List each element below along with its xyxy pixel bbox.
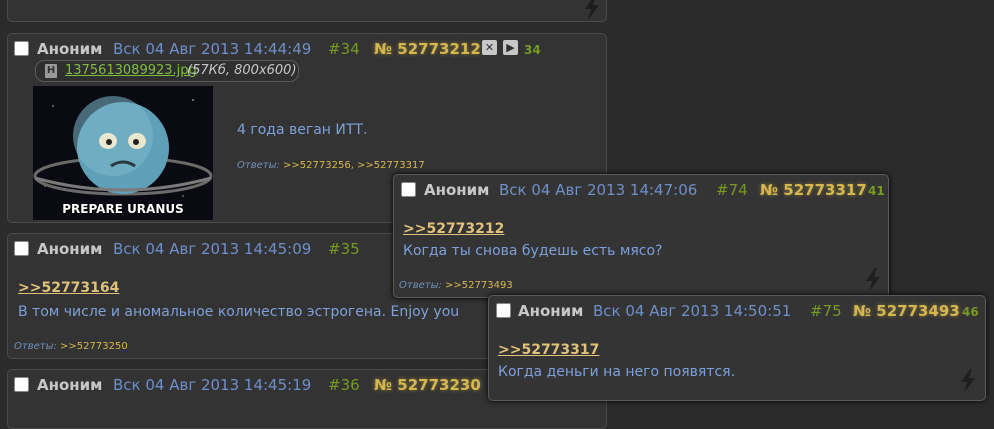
- file-icon: H: [45, 64, 57, 78]
- reply-count: 34: [524, 43, 541, 57]
- file-info: H 1375613089923.jpg (57Кб, 800x600): [35, 60, 299, 82]
- post-id[interactable]: № 52773212: [374, 40, 481, 58]
- reply-link[interactable]: >>52773212: [403, 221, 504, 237]
- post-number[interactable]: #75: [810, 302, 842, 320]
- lightning-icon: [585, 0, 599, 20]
- post-text: 4 года веган ИТТ.: [237, 122, 368, 138]
- post-number[interactable]: #74: [716, 181, 748, 199]
- hide-post-icon[interactable]: ✕: [482, 40, 497, 55]
- file-meta: (57Кб, 800x600): [187, 63, 297, 78]
- post-id[interactable]: № 52773230: [374, 376, 481, 394]
- image-caption: PREPARE URANUS: [62, 202, 184, 216]
- post-number[interactable]: #35: [328, 240, 360, 258]
- post-answers: Ответы: >>52773250: [14, 341, 128, 352]
- post-number[interactable]: #34: [328, 40, 360, 58]
- play-icon[interactable]: ▶: [503, 40, 518, 55]
- popup-post-74: Аноним Вск 04 Авг 2013 14:47:06 #74 № 52…: [393, 174, 889, 298]
- poster-name: Аноним: [37, 376, 103, 394]
- post-date: Вск 04 Авг 2013 14:50:51: [593, 302, 792, 320]
- popup-post-75: Аноним Вск 04 Авг 2013 14:50:51 #75 № 52…: [488, 295, 986, 401]
- reply-link[interactable]: >>52773164: [18, 280, 119, 296]
- answer-links[interactable]: >>52773250: [60, 341, 128, 352]
- post-select-checkbox[interactable]: [401, 182, 416, 197]
- post-date: Вск 04 Авг 2013 14:45:19: [113, 376, 312, 394]
- file-name-link[interactable]: 1375613089923.jpg: [65, 63, 197, 78]
- post-date: Вск 04 Авг 2013 14:47:06: [499, 181, 698, 199]
- post-header: Аноним Вск 04 Авг 2013 14:50:51 #75 № 52…: [489, 296, 987, 322]
- post-select-checkbox[interactable]: [14, 377, 29, 392]
- poster-name: Аноним: [37, 40, 103, 58]
- post-select-checkbox[interactable]: [496, 303, 511, 318]
- post-id[interactable]: № 52773493: [853, 302, 960, 320]
- post-text: Когда деньги на него появятся.: [498, 364, 736, 380]
- reply-count: 41: [868, 184, 885, 198]
- post-number[interactable]: #36: [328, 376, 360, 394]
- lightning-icon: [866, 268, 880, 292]
- poster-name: Аноним: [518, 302, 584, 320]
- post-id[interactable]: № 52773317: [760, 181, 867, 199]
- lightning-icon: [961, 369, 975, 393]
- post-answers: Ответы: >>52773493: [399, 280, 513, 291]
- post-text: В том числе и аномальное количество эстр…: [18, 304, 460, 320]
- answer-links[interactable]: >>52773256, >>52773317: [283, 160, 425, 171]
- answer-links[interactable]: >>52773493: [445, 280, 513, 291]
- post-image[interactable]: PREPARE URANUS: [33, 86, 213, 220]
- post-header: Аноним Вск 04 Авг 2013 14:47:06 #74 № 52…: [394, 175, 890, 201]
- poster-name: Аноним: [424, 181, 490, 199]
- poster-name: Аноним: [37, 240, 103, 258]
- reply-link[interactable]: >>52773317: [498, 342, 599, 358]
- post-date: Вск 04 Авг 2013 14:45:09: [113, 240, 312, 258]
- post-text: Когда ты снова будешь есть мясо?: [403, 243, 663, 259]
- post-partial-top: [7, 0, 607, 22]
- post-answers: Ответы: >>52773256, >>52773317: [237, 160, 425, 171]
- post-header: Аноним Вск 04 Авг 2013 14:44:49 #34 № 52…: [8, 34, 608, 60]
- reply-count: 46: [962, 305, 979, 319]
- post-date: Вск 04 Авг 2013 14:44:49: [113, 40, 312, 58]
- post-select-checkbox[interactable]: [14, 241, 29, 256]
- post-select-checkbox[interactable]: [14, 41, 29, 56]
